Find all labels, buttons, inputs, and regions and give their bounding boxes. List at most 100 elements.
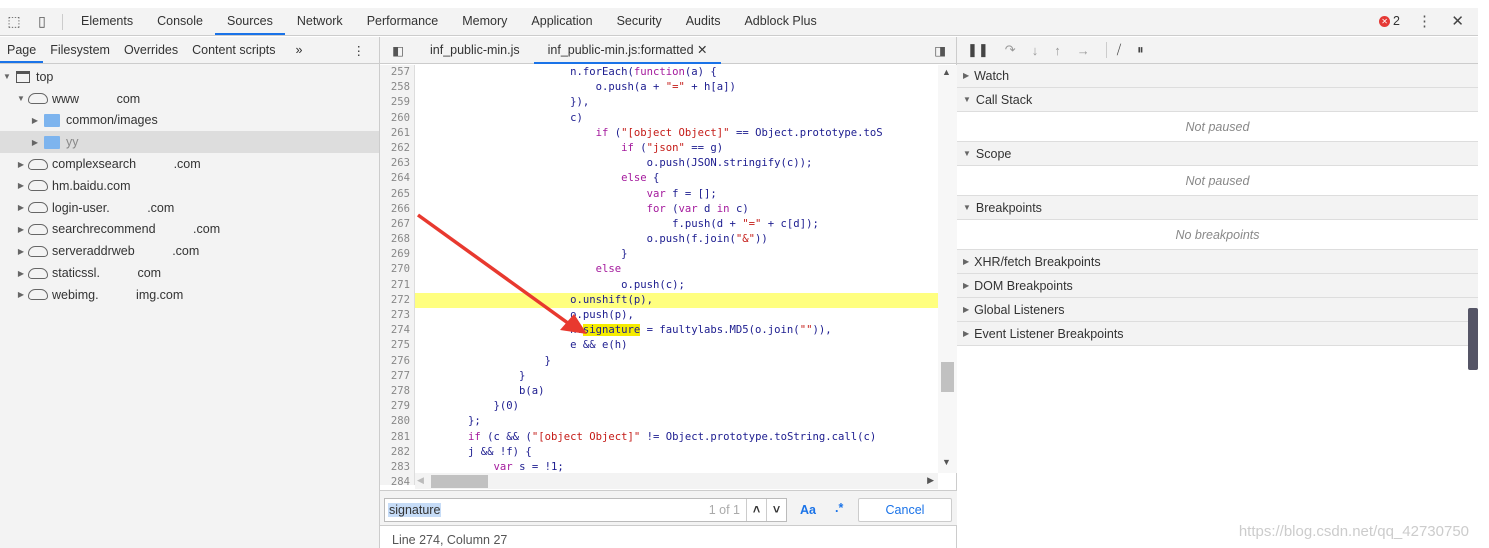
expand-arrow-icon[interactable]: ▶	[16, 225, 26, 234]
tab-audits[interactable]: Audits	[674, 8, 733, 35]
expand-arrow-icon[interactable]: ▶	[30, 138, 40, 147]
code-line[interactable]: 275 e && e(h)	[380, 338, 938, 354]
line-number[interactable]: 282	[380, 444, 415, 460]
section-event-listener-breakpoints[interactable]: ▶ Event Listener Breakpoints	[957, 322, 1478, 346]
pause-icon[interactable]: ❚❚	[967, 42, 989, 58]
more-tabs-button[interactable]: »	[289, 37, 310, 63]
inspect-element-icon[interactable]: ⬚	[0, 13, 28, 30]
tree-item[interactable]: ▼ wwwxxxxxxcom	[0, 88, 379, 110]
close-icon[interactable]: ✕	[1451, 12, 1464, 30]
code-line[interactable]: 271 o.push(c);	[380, 277, 938, 293]
tree-item[interactable]: ▶ searchrecommendxxxxxx.com	[0, 219, 379, 241]
navigator-menu-icon[interactable]: ⋮	[353, 43, 366, 58]
line-number[interactable]: 280	[380, 414, 415, 430]
code-line[interactable]: 267 f.push(d + "=" + c[d]);	[380, 216, 938, 233]
line-number[interactable]: 261	[380, 125, 415, 141]
code-line[interactable]: 277 }	[380, 368, 938, 384]
tree-item[interactable]: ▶ common/images	[0, 110, 379, 132]
line-number[interactable]: 272	[380, 292, 415, 308]
step-out-icon[interactable]: ↑	[1054, 43, 1061, 58]
line-number[interactable]: 265	[380, 186, 415, 202]
tree-item[interactable]: ▶ yy	[0, 131, 379, 154]
tree-item[interactable]: ▶ staticssl.xxxxxxcom	[0, 262, 379, 284]
code-line[interactable]: 262 if ("json" == g)	[380, 140, 938, 157]
line-number[interactable]: 275	[380, 338, 415, 354]
close-tab-icon[interactable]: ✕	[694, 43, 707, 57]
next-match-button[interactable]: ˅	[766, 499, 786, 521]
code-line[interactable]: 273 o.push(p),	[380, 308, 938, 324]
tab-filesystem[interactable]: Filesystem	[43, 37, 117, 63]
code-line[interactable]: 265 var f = [];	[380, 186, 938, 202]
code-line[interactable]: 257 n.forEach(function(a) {	[380, 65, 938, 81]
line-number[interactable]: 266	[380, 201, 415, 217]
search-input[interactable]: signature 1 of 1 ˄ ˅	[384, 498, 787, 522]
more-options-icon[interactable]: ⋮	[1417, 12, 1432, 30]
section-watch[interactable]: ▶ Watch	[957, 64, 1478, 88]
line-number[interactable]: 263	[380, 156, 415, 172]
tree-item[interactable]: ▶ serveraddrwebxxxxxx.com	[0, 240, 379, 262]
collapse-arrow-icon[interactable]: ▼	[2, 72, 12, 81]
line-number[interactable]: 270	[380, 262, 415, 278]
match-case-button[interactable]: Aa	[800, 503, 816, 517]
tree-item[interactable]: ▶ webimg.xxxxxximg.com	[0, 284, 379, 306]
pause-on-exceptions-icon[interactable]: ⏸	[1137, 42, 1144, 58]
line-number[interactable]: 274	[380, 323, 415, 339]
step-over-icon[interactable]: ↷	[1005, 42, 1016, 58]
code-line[interactable]: 258 o.push(a + "=" + h[a])	[380, 80, 938, 96]
section-scope[interactable]: ▼ Scope	[957, 142, 1478, 166]
line-number[interactable]: 283	[380, 459, 415, 476]
editor-tab[interactable]: inf_public-min.js	[416, 37, 534, 64]
expand-arrow-icon[interactable]: ▶	[16, 269, 26, 278]
toggle-navigator-icon[interactable]: ◧	[380, 43, 416, 58]
editor-tab[interactable]: inf_public-min.js:formatted ✕	[533, 37, 722, 64]
line-number[interactable]: 278	[380, 383, 415, 400]
tab-overrides[interactable]: Overrides	[117, 37, 185, 63]
device-toolbar-icon[interactable]: ▯	[28, 13, 56, 30]
collapse-arrow-icon[interactable]: ▼	[16, 94, 26, 103]
line-number[interactable]: 258	[380, 80, 415, 96]
code-line[interactable]: 266 for (var d in c)	[380, 201, 938, 217]
line-number[interactable]: 277	[380, 368, 415, 384]
deactivate-breakpoints-icon[interactable]: ⧸	[1105, 42, 1121, 58]
tree-item[interactable]: ▶ complexsearchxxxxxx.com	[0, 153, 379, 175]
tree-item[interactable]: ▶ login-user.xxxxxx.com	[0, 197, 379, 219]
step-icon[interactable]: →	[1077, 43, 1090, 58]
line-number[interactable]: 273	[380, 308, 415, 324]
section-breakpoints[interactable]: ▼ Breakpoints	[957, 196, 1478, 220]
line-number[interactable]: 276	[380, 353, 415, 369]
section-xhr-fetch-breakpoints[interactable]: ▶ XHR/fetch Breakpoints	[957, 250, 1478, 274]
code-line[interactable]: 278 b(a)	[380, 383, 938, 400]
line-number[interactable]: 268	[380, 232, 415, 248]
line-number[interactable]: 267	[380, 216, 415, 233]
line-number[interactable]: 257	[380, 65, 415, 81]
line-number[interactable]: 260	[380, 110, 415, 126]
code-line[interactable]: 276 }	[380, 353, 938, 369]
tab-memory[interactable]: Memory	[450, 8, 519, 35]
expand-arrow-icon[interactable]: ▶	[16, 290, 26, 299]
toggle-debugger-icon[interactable]: ◨	[934, 43, 946, 58]
side-scroll-handle[interactable]	[1468, 308, 1478, 370]
code-editor[interactable]: 257 n.forEach(function(a) {258 o.push(a …	[380, 65, 938, 485]
code-line[interactable]: 259 }),	[380, 95, 938, 111]
section-global-listeners[interactable]: ▶ Global Listeners	[957, 298, 1478, 322]
horizontal-scrollbar[interactable]: ◀ ▶	[415, 473, 938, 489]
line-number[interactable]: 271	[380, 277, 415, 293]
tab-application[interactable]: Application	[519, 8, 604, 35]
tab-network[interactable]: Network	[285, 8, 355, 35]
code-line[interactable]: 282 j && !f) {	[380, 444, 938, 460]
tab-security[interactable]: Security	[605, 8, 674, 35]
tab-adblock-plus[interactable]: Adblock Plus	[732, 8, 828, 35]
search-value[interactable]: signature	[388, 503, 442, 517]
line-number[interactable]: 259	[380, 95, 415, 111]
code-line[interactable]: 268 o.push(f.join("&"))	[380, 232, 938, 248]
code-line[interactable]: 280 };	[380, 414, 938, 430]
error-counter[interactable]: ✕ 2	[1379, 14, 1400, 28]
cancel-button[interactable]: Cancel	[858, 498, 952, 522]
vertical-scrollbar[interactable]: ▲ ▼	[938, 65, 957, 473]
line-number[interactable]: 284	[380, 475, 415, 485]
code-line[interactable]: 263 o.push(JSON.stringify(c));	[380, 156, 938, 172]
expand-arrow-icon[interactable]: ▶	[16, 247, 26, 256]
code-line[interactable]: 272 o.unshift(p),	[380, 292, 938, 308]
tab-sources[interactable]: Sources	[214, 8, 285, 35]
tab-elements[interactable]: Elements	[69, 8, 145, 35]
